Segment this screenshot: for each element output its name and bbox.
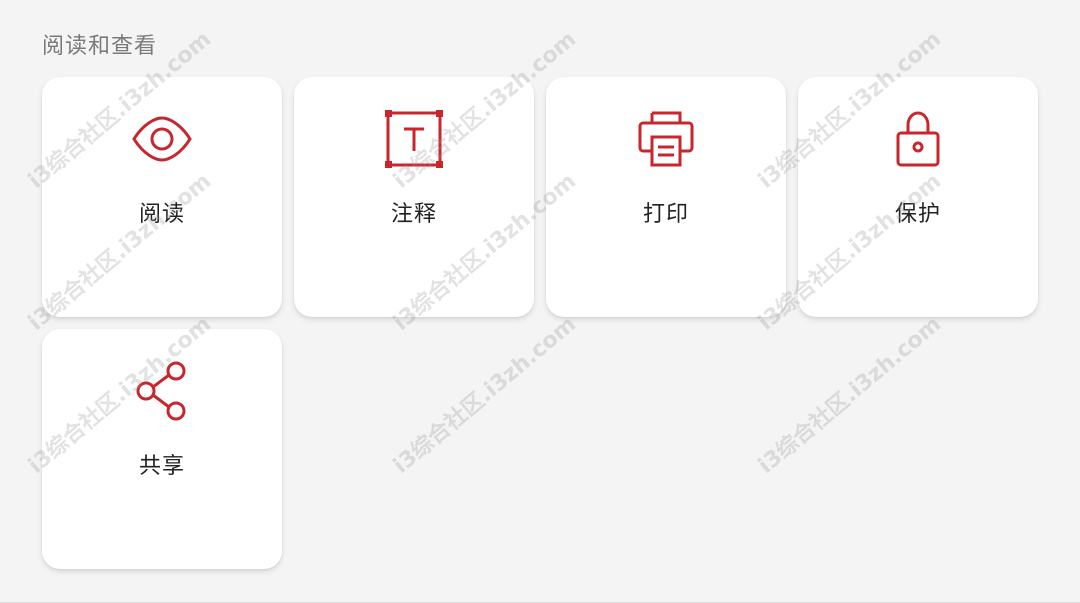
printer-icon	[634, 107, 698, 171]
read-label: 阅读	[138, 202, 185, 227]
print-label: 打印	[642, 202, 689, 227]
lock-icon	[886, 107, 950, 171]
read-tile[interactable]: 阅读	[42, 77, 282, 317]
annotate-tile[interactable]: 注释	[294, 77, 534, 317]
share-label: 共享	[138, 454, 185, 479]
section-title: 阅读和查看	[42, 34, 158, 59]
protect-tile[interactable]: 保护	[798, 77, 1038, 317]
tile-grid: 阅读 注释 打印 保护 共享	[42, 77, 1038, 569]
share-tile[interactable]: 共享	[42, 329, 282, 569]
share-icon	[130, 359, 194, 423]
protect-label: 保护	[894, 202, 941, 227]
print-tile[interactable]: 打印	[546, 77, 786, 317]
eye-icon	[130, 107, 194, 171]
annotate-text-box-icon	[382, 107, 446, 171]
annotate-label: 注释	[390, 202, 437, 227]
